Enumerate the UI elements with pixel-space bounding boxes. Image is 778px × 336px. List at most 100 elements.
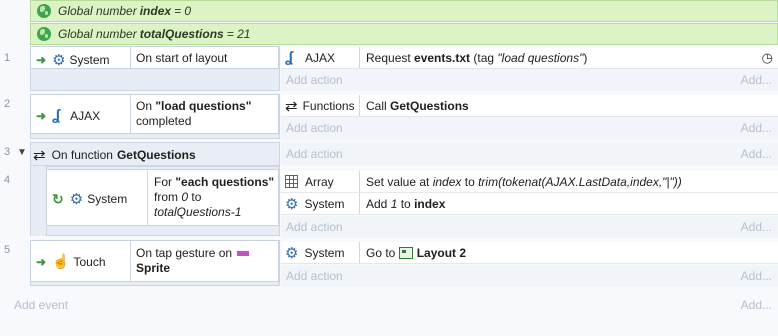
add-action-link[interactable]: Add action <box>286 269 343 283</box>
object-label: AJAX <box>305 50 336 65</box>
function-header: ⇄ On function GetQuestions <box>33 146 196 164</box>
add-action-link[interactable]: Add action <box>286 147 343 161</box>
action-object: ⇄ Functions <box>281 97 359 115</box>
add-action-row[interactable]: Add action Add... <box>281 143 778 165</box>
event-number: 3 <box>4 146 11 158</box>
action-row[interactable]: ⚙ System Go to Layout 2 <box>281 242 778 264</box>
action-text-bold: GetQuestions <box>390 98 469 113</box>
object-label: Array <box>305 174 334 189</box>
action-row[interactable]: ⇄ Functions Call GetQuestions <box>281 95 778 117</box>
trigger-arrow-icon: ➜ <box>36 53 47 67</box>
action-object: ʆ AJAX <box>281 49 359 66</box>
global-variable-index[interactable]: Global number index = 0 <box>30 0 778 22</box>
action-text: Set value at index to trim(tokenat(AJAX.… <box>360 175 682 189</box>
add-action-link[interactable]: Add action <box>286 121 343 135</box>
condition-text-part: For <box>154 175 176 189</box>
add-event-link[interactable]: Add event <box>14 298 68 312</box>
event-number: 1 <box>4 52 11 64</box>
add-event-more[interactable]: Add... <box>741 298 772 312</box>
action-text-italic: "load questions" <box>497 50 584 65</box>
action-text-italic: trim(tokenat(AJAX.LastData,index,"|")) <box>478 174 682 189</box>
condition-object: ➜ ⚙ System <box>36 51 110 69</box>
action-text-part: Request <box>366 50 415 65</box>
action-text-part: to <box>461 174 479 189</box>
object-label: AJAX <box>70 108 101 123</box>
action-object: ⚙ System <box>281 195 359 213</box>
condition-object: ➜ ʆ AJAX <box>36 107 100 124</box>
object-label: System <box>69 53 110 67</box>
wait-clock-icon: ◷ <box>761 50 773 65</box>
sprite-icon <box>237 251 250 257</box>
action-text-part: Go to <box>366 245 396 260</box>
trigger-arrow-icon: ➜ <box>36 108 47 123</box>
function-name: GetQuestions <box>116 148 196 162</box>
condition-text-italic: totalQuestions-1 <box>154 205 242 219</box>
event-number: 4 <box>4 174 11 186</box>
global-variable-totalquestions[interactable]: Global number totalQuestions = 21 <box>30 23 778 45</box>
function-indent <box>30 166 46 236</box>
divider <box>130 95 131 133</box>
add-action-more[interactable]: Add... <box>741 220 772 234</box>
event-number: 2 <box>4 98 11 110</box>
condition-text-part: to <box>188 190 202 204</box>
add-action-link[interactable]: Add action <box>286 220 343 234</box>
functions-icon: ⇄ <box>285 97 298 115</box>
function-label: On function <box>51 148 113 162</box>
action-text-part: to <box>397 196 415 211</box>
global-prefix: Global number <box>58 4 137 18</box>
globe-icon <box>37 4 51 18</box>
action-row[interactable]: Array Set value at index to trim(tokenat… <box>281 171 778 193</box>
object-label: System <box>304 245 345 260</box>
action-object: Array <box>281 175 359 189</box>
array-icon <box>285 175 298 188</box>
collapse-triangle-icon[interactable]: ▼ <box>17 147 27 158</box>
condition-text-part: completed <box>136 114 192 128</box>
add-action-more[interactable]: Add... <box>741 121 772 135</box>
divider <box>130 241 131 281</box>
add-action-link[interactable]: Add action <box>286 73 343 87</box>
action-text-part: Set value at <box>366 174 433 189</box>
condition-object: ➜ ☝ Touch <box>36 253 106 270</box>
condition-text: On "load questions" completed <box>136 99 251 129</box>
action-text-bold: index <box>414 196 446 211</box>
action-text-italic: index <box>432 174 462 189</box>
action-text-part: (tag <box>470 50 498 65</box>
object-label: System <box>304 196 345 211</box>
action-row[interactable]: ⚙ System Add 1 to index <box>281 193 778 215</box>
condition-text-part: from <box>154 190 182 204</box>
add-action-more[interactable]: Add... <box>741 73 772 87</box>
add-event-row[interactable]: Add event Add... <box>0 290 778 320</box>
ajax-icon: ʆ <box>52 107 61 124</box>
action-text-bold: Layout 2 <box>416 245 467 260</box>
global-name: totalQuestions <box>139 27 224 41</box>
global-prefix: Global number <box>58 27 137 41</box>
object-label: System <box>87 192 128 206</box>
add-action-row[interactable]: Add action Add... <box>281 117 778 139</box>
object-label: Functions <box>302 98 355 113</box>
gear-icon: ⚙ <box>69 191 84 208</box>
object-label: Touch <box>73 254 106 269</box>
global-name: index <box>139 4 172 18</box>
gear-icon: ⚙ <box>285 195 299 213</box>
add-action-row[interactable]: Add action Add... <box>281 265 778 287</box>
gear-icon: ⚙ <box>285 244 299 262</box>
condition-text: On start of layout <box>136 51 228 65</box>
function-icon: ⇄ <box>33 147 46 164</box>
layout-icon <box>398 247 413 260</box>
touch-hand-icon: ☝ <box>52 253 70 269</box>
add-action-row[interactable]: Add action Add... <box>281 216 778 238</box>
action-text-part: ) <box>583 50 588 65</box>
divider <box>130 47 131 68</box>
action-row[interactable]: ʆ AJAX Request events.txt (tag "load que… <box>281 47 778 69</box>
action-text-part: Add <box>366 196 391 211</box>
action-object: ⚙ System <box>281 244 359 262</box>
action-text: Call GetQuestions <box>360 99 469 113</box>
event-number: 5 <box>4 244 11 256</box>
action-text: Add 1 to index <box>360 197 445 211</box>
condition-text-bold: Sprite <box>136 261 171 275</box>
condition-object: ↻ ⚙ System <box>52 190 128 209</box>
condition-text-bold: "load questions" <box>155 99 252 113</box>
add-action-row[interactable]: Add action Add... <box>281 69 778 91</box>
add-action-more[interactable]: Add... <box>741 269 772 283</box>
add-action-more[interactable]: Add... <box>741 147 772 161</box>
